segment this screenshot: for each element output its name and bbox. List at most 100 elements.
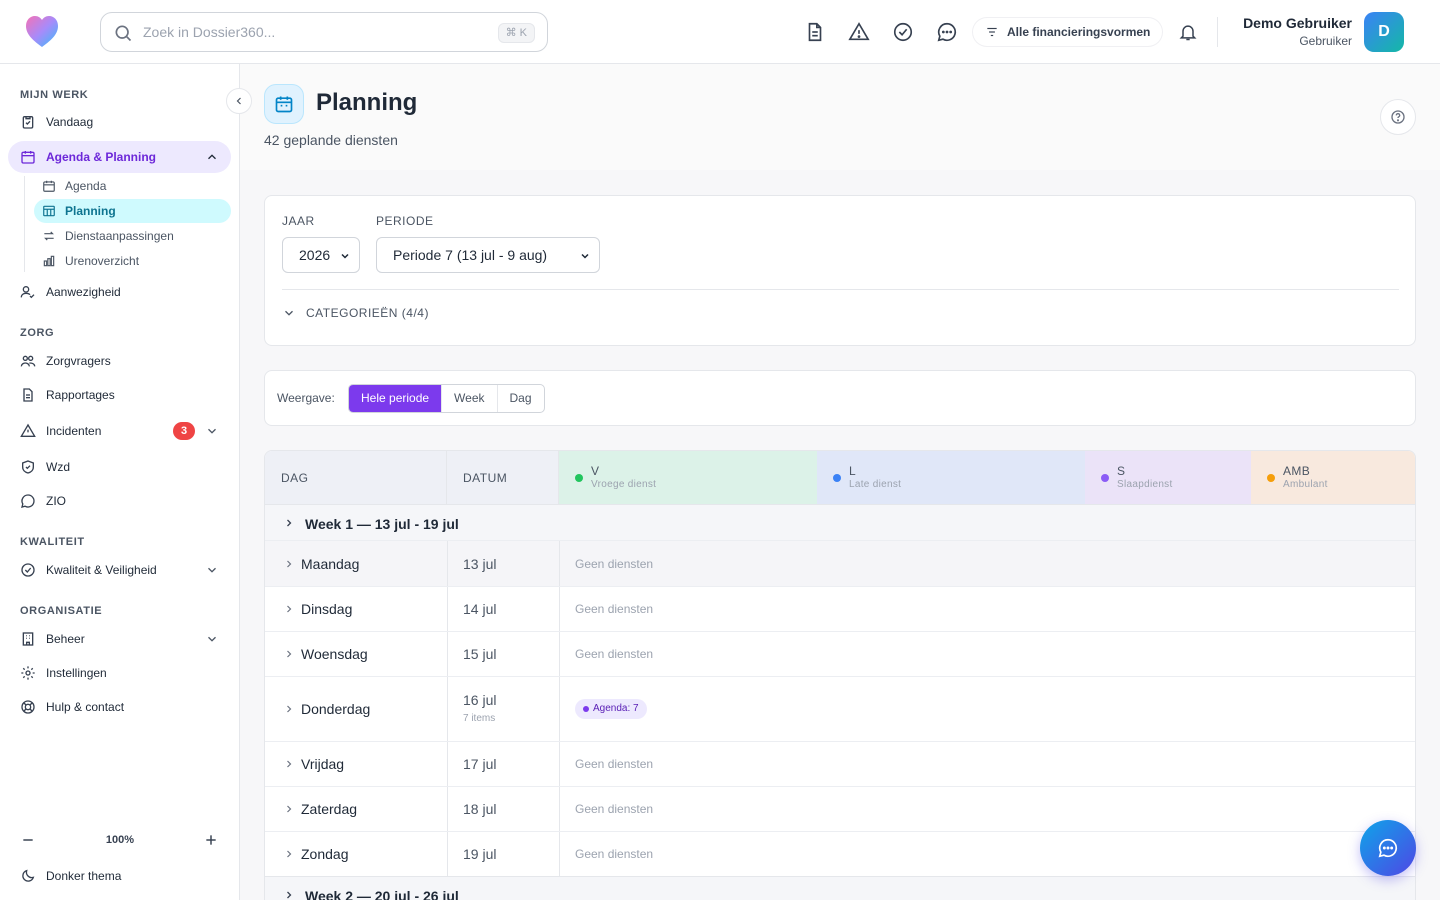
bell-icon[interactable] [1178, 21, 1198, 43]
sidebar-item-agenda-planning[interactable]: Agenda & Planning [8, 141, 231, 173]
column-divider [447, 787, 448, 831]
section-title-quality: KWALITEIT [20, 536, 85, 548]
column-divider [559, 587, 560, 631]
sidebar-item-reports[interactable]: Rapportages [8, 379, 231, 411]
search-placeholder: Zoek in Dossier360... [143, 24, 276, 40]
table-row[interactable]: Maandag 13 jul Geen diensten [265, 540, 1415, 586]
chevron-right-icon[interactable] [283, 648, 295, 660]
chevron-right-icon[interactable] [283, 603, 295, 615]
sidebar-item-help[interactable]: Hulp & contact [8, 691, 231, 723]
column-header-date: DATUM [447, 451, 559, 504]
sidebar-item-incidents[interactable]: Incidenten 3 [8, 415, 231, 447]
chevron-down-icon [579, 250, 591, 262]
sidebar-item-label: Rapportages [46, 388, 115, 402]
sidebar-item-shift-changes[interactable]: Dienstaanpassingen [34, 224, 231, 248]
shift-name: Ambulant [1283, 479, 1328, 490]
sidebar-item-quality-safety[interactable]: Kwaliteit & Veiligheid [8, 554, 231, 586]
sidebar-item-label: Planning [65, 204, 116, 218]
sidebar-item-agenda[interactable]: Agenda [34, 174, 231, 198]
building-icon [20, 631, 36, 647]
sidebar-item-today[interactable]: Vandaag [8, 106, 231, 138]
view-toolbar: Weergave: Hele periode Week Dag [264, 370, 1416, 426]
table-row[interactable]: Zondag 19 jul Geen diensten [265, 831, 1415, 876]
filter-divider [282, 289, 1399, 290]
table-row[interactable]: Donderdag 16 jul 7 items Agenda: 7 [265, 676, 1415, 741]
agenda-chip[interactable]: Agenda: 7 [575, 699, 647, 719]
chevron-down-icon[interactable] [205, 563, 219, 577]
chevron-right-icon[interactable] [283, 758, 295, 770]
chevron-right-icon[interactable] [283, 848, 295, 860]
shift-name: Vroege dienst [591, 479, 657, 490]
app-logo-icon[interactable] [24, 14, 60, 50]
day-name: Dinsdag [301, 601, 353, 617]
view-option-full-period[interactable]: Hele periode [349, 385, 442, 412]
warning-icon[interactable] [848, 21, 870, 43]
sidebar-item-label: Vandaag [46, 115, 94, 129]
day-date: 18 jul [463, 801, 497, 817]
sidebar-item-zio[interactable]: ZIO [8, 485, 231, 517]
sidebar-item-label: Beheer [46, 632, 85, 646]
chevron-down-icon[interactable] [205, 424, 219, 438]
document-icon[interactable] [804, 21, 826, 43]
period-select[interactable]: Periode 7 (13 jul - 9 aug) [376, 237, 600, 273]
financing-filter-button[interactable]: Alle financieringsvormen [973, 18, 1163, 46]
sidebar-item-clients[interactable]: Zorgvragers [8, 345, 231, 377]
help-button[interactable] [1380, 99, 1416, 135]
column-divider [559, 541, 560, 586]
sidebar-item-wzd[interactable]: Wzd [8, 451, 231, 483]
sidebar-item-label: Hulp & contact [46, 700, 125, 714]
chevron-right-icon[interactable] [283, 803, 295, 815]
day-item-count: 7 items [463, 713, 496, 724]
lifebuoy-icon [20, 699, 36, 715]
column-divider [559, 677, 560, 741]
table-row[interactable]: Zaterdag 18 jul Geen diensten [265, 786, 1415, 831]
check-circle-icon[interactable] [892, 21, 914, 43]
categories-toggle[interactable]: CATEGORIEËN (4/4) [282, 306, 429, 320]
sidebar-item-label: Incidenten [46, 424, 102, 438]
sidebar-item-settings[interactable]: Instellingen [8, 657, 231, 689]
view-option-week[interactable]: Week [441, 385, 496, 412]
sidebar-item-management[interactable]: Beheer [8, 623, 231, 655]
view-option-day[interactable]: Dag [496, 385, 544, 412]
search-input[interactable]: Zoek in Dossier360... ⌘ K [100, 12, 548, 52]
day-date: 19 jul [463, 846, 497, 862]
column-divider [447, 632, 448, 676]
chevron-right-icon[interactable] [283, 703, 295, 715]
column-header-label: DATUM [463, 471, 508, 485]
bar-chart-icon [42, 254, 56, 268]
planning-table: DAG DATUM V Vroege dienst L Late dienst … [264, 450, 1416, 900]
chevron-down-icon [282, 306, 296, 320]
chevron-right-icon[interactable] [283, 558, 295, 570]
sidebar-item-hours[interactable]: Urenoverzicht [34, 249, 231, 273]
no-shifts-text: Geen diensten [575, 602, 654, 616]
week-group-row[interactable]: Week 1 — 13 jul - 19 jul [265, 504, 1415, 540]
chat-fab-button[interactable] [1360, 820, 1416, 876]
sidebar-item-label: Instellingen [46, 666, 107, 680]
zoom-in-icon[interactable] [203, 832, 219, 848]
dark-theme-toggle[interactable]: Donker thema [8, 860, 231, 892]
avatar[interactable]: D [1364, 12, 1404, 52]
week-group-row[interactable]: Week 2 — 20 jul - 26 jul [265, 876, 1415, 900]
view-label: Weergave: [277, 391, 335, 405]
search-shortcut: ⌘ K [497, 23, 535, 43]
gear-icon [20, 665, 36, 681]
sidebar-item-label: ZIO [46, 494, 66, 508]
shift-column-late: L Late dienst [817, 451, 1085, 504]
week-label: Week 2 — 20 jul - 26 jul [305, 888, 459, 900]
column-divider [559, 632, 560, 676]
sidebar-item-attendance[interactable]: Aanwezigheid [8, 276, 231, 308]
page-header [240, 64, 1440, 170]
sidebar-collapse-button[interactable] [226, 88, 252, 114]
sidebar-item-planning[interactable]: Planning [34, 199, 231, 223]
year-select[interactable]: 2026 [282, 237, 360, 273]
table-row[interactable]: Dinsdag 14 jul Geen diensten [265, 586, 1415, 631]
user-name[interactable]: Demo Gebruiker [1243, 15, 1352, 31]
table-row[interactable]: Vrijdag 17 jul Geen diensten [265, 741, 1415, 786]
chat-icon[interactable] [936, 21, 958, 43]
table-row[interactable]: Woensdag 15 jul Geen diensten [265, 631, 1415, 676]
chevron-up-icon[interactable] [205, 150, 219, 164]
filter-icon [985, 25, 999, 39]
column-divider [559, 742, 560, 786]
chevron-down-icon[interactable] [205, 632, 219, 646]
period-label: PERIODE [376, 214, 434, 228]
